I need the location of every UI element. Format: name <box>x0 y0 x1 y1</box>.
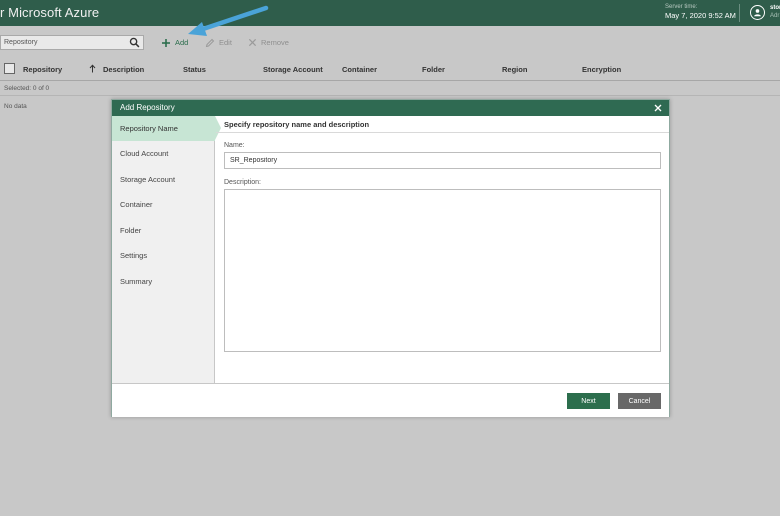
app-title: r Microsoft Azure <box>0 5 100 20</box>
search-icon[interactable] <box>129 37 140 50</box>
step-repository-name[interactable]: Repository Name <box>112 116 221 141</box>
step-label: Repository Name <box>120 124 178 133</box>
user-avatar-icon[interactable] <box>750 5 765 20</box>
add-repository-dialog: Add Repository Repository Name Cloud Acc… <box>111 99 670 417</box>
selection-status-row: Selected: 0 of 0 <box>0 82 780 96</box>
pencil-icon <box>205 38 215 47</box>
dialog-title: Add Repository <box>120 103 175 112</box>
plus-icon <box>162 38 170 47</box>
remove-button-label: Remove <box>261 38 289 47</box>
wizard-content: Specify repository name and description … <box>216 116 669 383</box>
next-button[interactable]: Next <box>567 393 610 409</box>
add-button-label: Add <box>175 38 189 47</box>
step-label: Storage Account <box>120 175 176 184</box>
edit-button-label: Edit <box>219 38 232 47</box>
empty-grid-message: No data <box>4 103 27 110</box>
select-all-checkbox[interactable] <box>4 63 15 74</box>
column-encryption[interactable]: Encryption <box>582 65 621 74</box>
remove-x-icon <box>248 38 257 47</box>
name-label: Name: <box>224 142 245 149</box>
top-bar: r Microsoft Azure Server time: May 7, 20… <box>0 0 780 26</box>
step-storage-account[interactable]: Storage Account <box>112 167 215 192</box>
column-repository[interactable]: Repository <box>23 65 62 74</box>
content-header: Specify repository name and description <box>216 116 669 133</box>
cancel-button[interactable]: Cancel <box>618 393 661 409</box>
server-time-label: Server time: <box>665 4 698 10</box>
step-label: Settings <box>120 251 148 260</box>
server-time-value: May 7, 2020 9:52 AM <box>665 11 736 20</box>
description-label: Description: <box>224 179 261 186</box>
step-cloud-account[interactable]: Cloud Account <box>112 141 215 166</box>
dialog-titlebar: Add Repository <box>112 100 669 116</box>
repository-name-input[interactable] <box>224 152 661 169</box>
column-folder[interactable]: Folder <box>422 65 445 74</box>
sort-ascending-icon[interactable] <box>89 64 96 75</box>
step-label: Container <box>120 200 153 209</box>
description-textarea[interactable] <box>224 189 661 352</box>
column-status[interactable]: Status <box>183 65 206 74</box>
step-summary[interactable]: Summary <box>112 269 215 294</box>
annotation-arrow-icon <box>188 5 269 36</box>
grid-header: Repository Description Status Storage Ac… <box>0 58 780 81</box>
search-box <box>0 35 144 50</box>
content-title: Specify repository name and description <box>224 120 370 129</box>
step-label: Summary <box>120 277 153 286</box>
close-icon[interactable] <box>652 102 664 114</box>
column-container[interactable]: Container <box>342 65 377 74</box>
user-role: Adr <box>770 13 780 19</box>
column-region[interactable]: Region <box>502 65 527 74</box>
step-label: Folder <box>120 226 142 235</box>
step-folder[interactable]: Folder <box>112 218 215 243</box>
column-description[interactable]: Description <box>103 65 144 74</box>
dialog-footer: Next Cancel <box>112 383 669 417</box>
selection-count: Selected: 0 of 0 <box>4 85 50 92</box>
step-label: Cloud Account <box>120 149 169 158</box>
wizard-steps: Repository Name Cloud Account Storage Ac… <box>112 116 221 383</box>
topbar-divider <box>739 4 740 22</box>
server-time: Server time: May 7, 2020 9:52 AM <box>665 4 736 20</box>
step-settings[interactable]: Settings <box>112 243 215 268</box>
user-name[interactable]: stor <box>770 5 780 11</box>
step-container[interactable]: Container <box>112 192 215 217</box>
search-input[interactable] <box>4 37 124 48</box>
column-storage-account[interactable]: Storage Account <box>263 65 323 74</box>
